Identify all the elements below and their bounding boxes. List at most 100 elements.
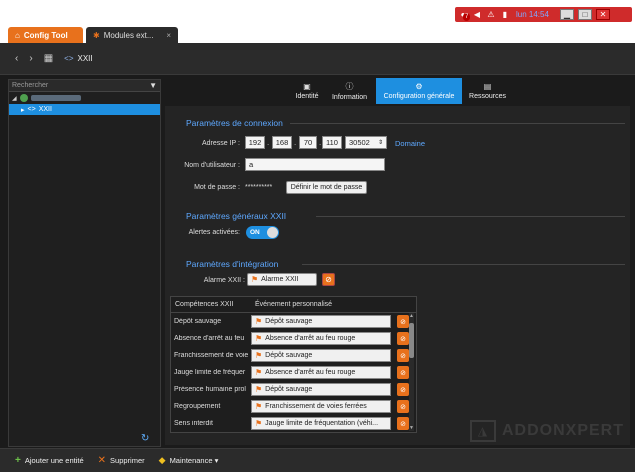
table-scrollbar[interactable] — [409, 313, 414, 431]
flag-icon: ⚑ — [255, 402, 263, 411]
back-icon[interactable]: ‹ — [15, 53, 18, 64]
stepper-icon[interactable]: ⇕ — [378, 139, 383, 146]
breadcrumb-label: XXII — [77, 54, 93, 63]
forward-icon[interactable]: › — [29, 53, 32, 64]
edit-icon[interactable]: ⊘ — [397, 349, 409, 362]
warning-icon[interactable]: ⚠ — [486, 10, 496, 20]
flag-icon: ⚑ — [255, 368, 263, 377]
skill-name: Franchissement de voie — [174, 352, 249, 359]
toggle-label: ON — [250, 229, 260, 236]
refresh-icon[interactable]: ↻ — [141, 433, 149, 444]
column-header: Compétences XXII — [175, 301, 234, 308]
tab-modules[interactable]: ✱ Modules ext... × — [86, 27, 178, 43]
table-row[interactable]: Absence d'arrêt au feu ⚑ Absence d'arrêt … — [171, 330, 416, 347]
domain-link[interactable]: Domaine — [395, 139, 425, 148]
table-row[interactable]: Regroupement ⚑ Franchissement de voies fe… — [171, 398, 416, 415]
event-select[interactable]: ⚑ Franchissement de voies ferrées — [251, 400, 391, 413]
alarm-value: Alarme XXII — [261, 276, 299, 283]
id-card-icon: ▣ — [303, 82, 311, 91]
tab-config-tool[interactable]: ⌂ Config Tool — [8, 27, 83, 43]
password-mask: ********** — [245, 184, 273, 191]
skill-name: Jauge limite de fréquer — [174, 369, 246, 376]
event-select[interactable]: ⚑ Absence d'arrêt au feu rouge — [251, 332, 391, 345]
chevron-right-icon: ▸ — [21, 106, 25, 114]
expand-icon[interactable]: ◢ — [12, 95, 17, 102]
section-title-connexion: Paramètres de connexion — [186, 118, 283, 128]
minimize-button[interactable]: ▁ — [560, 9, 574, 20]
alarm-edit-button[interactable]: ⊘ — [322, 273, 335, 286]
skill-name: Regroupement — [174, 403, 221, 410]
maintenance-menu[interactable]: ◆ Maintenance ▾ — [159, 455, 219, 466]
edit-icon[interactable]: ⊘ — [397, 383, 409, 396]
filter-icon[interactable]: ▼ — [149, 81, 157, 90]
event-value: Absence d'arrêt au feu rouge — [265, 335, 356, 342]
set-password-button[interactable]: Définir le mot de passe — [286, 181, 367, 194]
event-select[interactable]: ⚑ Dépôt sauvage — [251, 349, 391, 362]
alert-icon[interactable]: ●7 — [458, 10, 471, 21]
ip-octet-4[interactable]: 110 — [322, 136, 342, 149]
table-row[interactable]: Jauge limite de fréquer ⚑ Absence d'arrêt… — [171, 364, 416, 381]
tab-label: Identité — [295, 93, 319, 100]
search-input[interactable]: Rechercher ▼ — [9, 80, 160, 92]
ip-octet-3[interactable]: 70 — [299, 136, 317, 149]
tab-config[interactable]: ⚙ Configuration générale — [376, 78, 462, 104]
alarm-select[interactable]: ⚑ Alarme XXII — [247, 273, 317, 286]
event-select[interactable]: ⚑ Jauge limite de fréquentation (véhi... — [251, 417, 391, 430]
delete-icon: ✕ — [97, 455, 107, 466]
resources-icon: ▤ — [483, 82, 492, 91]
divider — [316, 216, 625, 217]
table-row[interactable]: Sens interdit ⚑ Jauge limite de fréquenta… — [171, 415, 416, 432]
ip-octet-2[interactable]: 168 — [272, 136, 292, 149]
tree-item-xxii[interactable]: ▸ <> XXII — [9, 104, 160, 115]
edit-icon[interactable]: ⊘ — [397, 315, 409, 328]
blurred-root-label — [30, 95, 81, 101]
add-entity-button[interactable]: + Ajouter une entité — [15, 455, 84, 466]
alerts-toggle[interactable]: ON — [246, 226, 279, 239]
close-window-button[interactable]: ✕ — [596, 9, 610, 20]
event-value: Franchissement de voies ferrées — [265, 403, 367, 410]
edit-icon[interactable]: ⊘ — [397, 400, 409, 413]
tab-ressources[interactable]: ▤ Ressources — [465, 78, 510, 104]
ip-label: Adresse IP : — [201, 140, 240, 147]
info-icon: ⓘ — [345, 82, 354, 91]
tab-label: Configuration générale — [383, 93, 455, 100]
scroll-up-icon[interactable]: ▲ — [409, 313, 414, 319]
tab-label: Modules ext... — [103, 30, 154, 40]
ip-octet-1[interactable]: 192 — [245, 136, 265, 149]
ip-dot: . — [319, 138, 322, 147]
ip-dot: . — [294, 138, 297, 147]
edit-icon[interactable]: ⊘ — [397, 366, 409, 379]
alarm-icon: ⚑ — [251, 275, 259, 284]
table-row[interactable]: Franchissement de voie ⚑ Dépôt sauvage ⊘ — [171, 347, 416, 364]
tab-identite[interactable]: ▣ Identité — [290, 78, 324, 104]
edit-icon[interactable]: ⊘ — [397, 332, 409, 345]
divider — [302, 264, 625, 265]
username-input[interactable]: a — [245, 158, 385, 171]
volume-icon[interactable]: ◀ — [472, 10, 482, 20]
tree-root[interactable]: ◢ — [9, 92, 160, 104]
table-row[interactable]: Présence humaine prol ⚑ Dépôt sauvage ⊘ — [171, 381, 416, 398]
breadcrumb[interactable]: <> XXII — [64, 54, 92, 63]
home-icon: ⌂ — [15, 30, 20, 40]
port-stepper[interactable]: 30502 ⇕ — [345, 136, 387, 149]
edit-icon[interactable]: ⊘ — [397, 417, 409, 430]
event-select[interactable]: ⚑ Absence d'arrêt au feu rouge — [251, 366, 391, 379]
section-title-integration: Paramètres d'intégration — [186, 259, 279, 269]
flag-icon: ⚑ — [255, 419, 263, 428]
delete-button[interactable]: ✕ Supprimer — [98, 455, 145, 466]
bottom-toolbar: + Ajouter une entité ✕ Supprimer ◆ Maint… — [0, 448, 635, 472]
scroll-thumb[interactable] — [409, 323, 414, 358]
table-header: Compétences XXII Événement personnalisé — [171, 297, 416, 313]
tab-information[interactable]: ⓘ Information — [327, 78, 372, 104]
event-select[interactable]: ⚑ Dépôt sauvage — [251, 315, 391, 328]
close-icon[interactable]: × — [166, 31, 171, 40]
gear-icon: ⚙ — [415, 82, 423, 91]
table-row[interactable]: Dépôt sauvage ⚑ Dépôt sauvage ⊘ — [171, 313, 416, 330]
module-icon[interactable]: ▦ — [44, 53, 53, 64]
skills-table: Compétences XXII Événement personnalisé … — [170, 296, 417, 433]
scroll-down-icon[interactable]: ▼ — [409, 425, 414, 431]
watermark-text: ADDONXPERT — [502, 422, 625, 439]
maximize-button[interactable]: □ — [578, 9, 592, 20]
event-select[interactable]: ⚑ Dépôt sauvage — [251, 383, 391, 396]
server-icon — [19, 94, 28, 102]
